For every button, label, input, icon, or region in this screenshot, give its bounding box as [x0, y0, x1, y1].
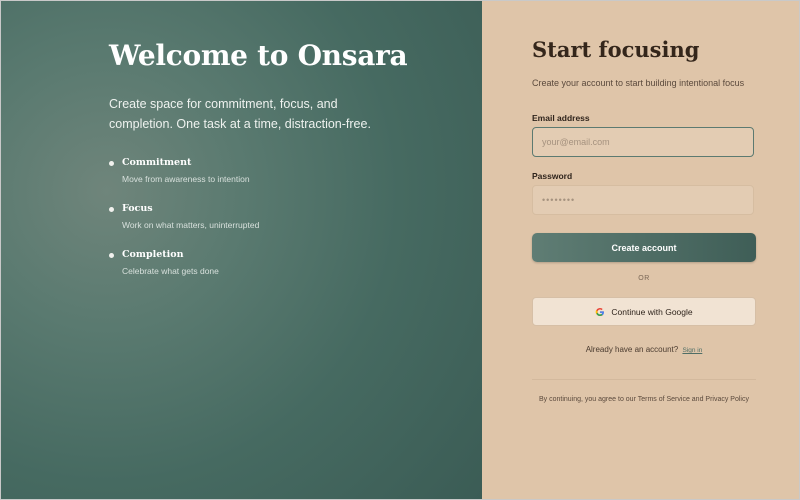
or-divider: OR — [638, 275, 650, 282]
signin-link[interactable]: Sign in — [682, 347, 702, 354]
google-button-label: Continue with Google — [611, 306, 693, 317]
pillar-title: Completion — [122, 249, 184, 260]
pillar-title: Commitment — [122, 157, 192, 168]
app-window: Welcome to Onsara Create space for commi… — [0, 0, 800, 500]
have-account-text: Already have an account? — [585, 345, 679, 354]
signup-subtitle: Create your account to start building in… — [532, 78, 745, 88]
create-account-button[interactable]: Create account — [532, 233, 756, 262]
terms-text: By continuing, you agree to our Terms of… — [539, 396, 749, 403]
password-label: Password — [532, 171, 573, 181]
pillar-description: Celebrate what gets done — [122, 266, 219, 276]
google-signin-button[interactable]: Continue with Google — [532, 297, 756, 326]
pillar-title: Focus — [122, 203, 153, 214]
pillar-description: Move from awareness to intention — [122, 174, 250, 184]
bullet-icon — [109, 161, 114, 166]
bullet-icon — [109, 207, 114, 212]
hero-panel: Welcome to Onsara Create space for commi… — [1, 1, 482, 499]
bullet-icon — [109, 253, 114, 258]
password-input[interactable] — [532, 185, 754, 215]
google-icon — [595, 307, 605, 317]
hero-title: Welcome to Onsara — [109, 39, 408, 72]
pillar-description: Work on what matters, uninterrupted — [122, 220, 260, 230]
email-input[interactable] — [532, 127, 754, 157]
signin-row: Already have an account? Sign in — [532, 345, 756, 354]
signup-panel: Start focusing Create your account to st… — [482, 1, 799, 499]
signup-title: Start focusing — [532, 37, 700, 62]
hero-tagline: Create space for commitment, focus, and … — [109, 97, 371, 131]
section-divider — [532, 379, 756, 380]
email-label: Email address — [532, 113, 590, 123]
